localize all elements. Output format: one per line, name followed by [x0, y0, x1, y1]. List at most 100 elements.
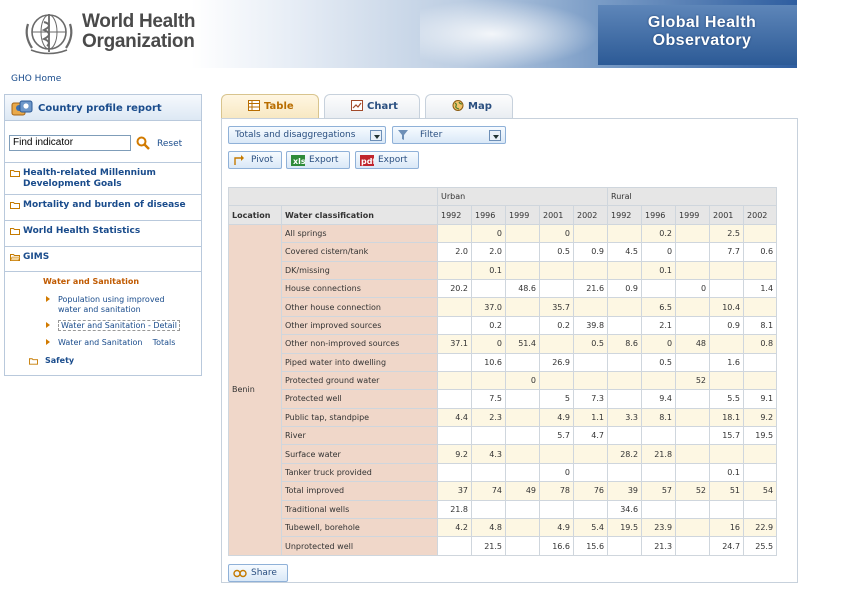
pdf-icon: pdf	[360, 155, 374, 166]
value-cell-rural: 19.5	[743, 426, 778, 446]
org-line-2: Organization	[82, 31, 195, 52]
value-cell-rural	[675, 242, 711, 262]
value-cell-rural: 8.1	[641, 407, 677, 428]
arrow-right-icon	[46, 322, 50, 328]
column-header-year: 2001	[539, 205, 574, 225]
value-cell-urban	[437, 462, 472, 483]
classification-cell: DK/missing	[281, 260, 438, 280]
export-pdf-button[interactable]: pdf Export	[355, 151, 419, 169]
disaggregation-dropdown[interactable]: Totals and disaggregations	[228, 126, 386, 144]
selected-item-label: Water and Sanitation - Detail	[58, 320, 180, 331]
value-cell-urban: 4.3	[471, 444, 506, 464]
value-cell-rural	[743, 297, 778, 317]
table-header-row: Location Water classification 1992 1996 1999…	[228, 205, 778, 225]
folder-icon	[29, 358, 38, 365]
column-header-year: 1996	[471, 205, 506, 225]
value-cell-urban	[572, 260, 609, 280]
table-row: House connections 20.2 48.6 21.6 0.9 0 1.4	[229, 278, 778, 299]
value-cell-rural: 16	[709, 518, 745, 538]
value-cell-urban	[437, 370, 472, 391]
pivot-button[interactable]: Pivot	[228, 151, 282, 169]
excel-icon: xls	[291, 155, 305, 166]
value-cell-urban: 2.3	[471, 407, 506, 428]
country-profile-header[interactable]: Country profile report	[5, 95, 201, 121]
filter-dropdown[interactable]: Filter	[392, 126, 506, 144]
sidebar-item-gims[interactable]: GIMS	[5, 246, 201, 272]
reset-link[interactable]: Reset	[157, 139, 182, 149]
value-cell-rural	[675, 444, 711, 464]
tab-chart[interactable]: Chart	[324, 94, 420, 118]
value-cell-rural	[607, 297, 643, 317]
value-cell-rural: 0	[641, 334, 677, 354]
export-excel-button[interactable]: xls Export	[286, 151, 350, 169]
sidebar-item-label: World Health Statistics	[23, 226, 141, 236]
value-cell-urban	[505, 499, 540, 520]
value-cell-rural	[607, 370, 643, 391]
sidebar-item-label: Mortality and burden of disease	[23, 200, 186, 210]
group-header-rural: Rural	[607, 186, 778, 207]
gho-line-2: Observatory	[652, 32, 752, 49]
search-icon[interactable]	[136, 136, 150, 150]
value-cell-rural: 0.5	[641, 352, 677, 372]
classification-cell: Other improved sources	[281, 315, 438, 336]
value-cell-urban	[437, 536, 472, 556]
value-cell-urban	[471, 426, 506, 446]
tab-table[interactable]: Table	[221, 94, 319, 120]
value-cell-urban: 39.8	[572, 315, 609, 336]
classification-cell: Total improved	[281, 481, 438, 501]
value-cell-rural: 19.5	[607, 518, 643, 538]
value-cell-rural: 18.1	[709, 407, 745, 428]
table-row: Other house connection 37.0 35.7 6.5 10.4	[229, 297, 778, 317]
gims-item-line-1: Population using improved	[58, 295, 165, 304]
button-label: Share	[251, 568, 277, 578]
column-header-year: 2001	[709, 205, 745, 225]
value-cell-rural	[743, 260, 778, 280]
pivot-icon	[234, 155, 244, 165]
value-cell-urban	[505, 297, 540, 317]
value-cell-rural	[743, 462, 778, 483]
find-indicator-input[interactable]: Find indicator	[9, 135, 131, 151]
table-row: Traditional wells 21.8 34.6	[229, 499, 778, 520]
value-cell-urban	[505, 536, 540, 556]
value-cell-urban: 15.6	[572, 536, 609, 556]
value-cell-rural: 6.5	[641, 297, 677, 317]
table-row: Tanker truck provided 0 0.1	[229, 462, 778, 483]
gho-home-link[interactable]: GHO Home	[11, 74, 61, 84]
value-cell-urban: 37.0	[471, 297, 506, 317]
value-cell-urban	[437, 297, 472, 317]
classification-cell: Public tap, standpipe	[281, 407, 438, 428]
value-cell-urban: 37	[437, 481, 472, 501]
sidebar-item-whs[interactable]: World Health Statistics	[5, 220, 201, 245]
table-group-header-row: Urban Rural	[228, 186, 778, 207]
value-cell-urban: 4.4	[437, 407, 472, 428]
value-cell-rural: 25.5	[743, 536, 778, 556]
value-cell-urban	[572, 370, 609, 391]
org-line-1: World Health	[82, 11, 196, 32]
value-cell-rural: 0.8	[743, 334, 778, 354]
column-header-year: 2002	[572, 205, 609, 225]
tab-map[interactable]: Map	[425, 94, 513, 118]
value-cell-urban: 4.2	[437, 518, 472, 538]
value-cell-rural	[743, 223, 778, 244]
value-cell-rural	[641, 499, 677, 520]
gims-subheading[interactable]: Water and Sanitation	[43, 277, 139, 286]
sidebar-item-mortality[interactable]: Mortality and burden of disease	[5, 194, 201, 219]
main-panel: Totals and disaggregations Filter Pivot …	[221, 118, 798, 583]
value-cell-rural: 2.5	[709, 223, 745, 244]
table-row: Total improved 37 74 49 78 76 39 57 52 51 54	[229, 481, 778, 501]
filter-icon	[398, 130, 408, 140]
value-cell-rural: 2.1	[641, 315, 677, 336]
classification-cell: House connections	[281, 278, 438, 299]
value-cell-urban	[505, 352, 540, 372]
mdg-line-1: Health-related Millennium	[23, 168, 156, 178]
value-cell-rural	[641, 278, 677, 299]
share-button[interactable]: Share	[228, 564, 288, 582]
sidebar-item-mdg[interactable]: Health-related Millennium Development Go…	[5, 162, 201, 193]
classification-cell: Other non-improved sources	[281, 334, 438, 354]
table-row: Surface water 9.2 4.3 28.2 21.8	[229, 444, 778, 464]
value-cell-rural	[607, 536, 643, 556]
column-header-classification: Water classification	[281, 205, 438, 225]
value-cell-urban: 0	[471, 334, 506, 354]
value-cell-rural: 48	[675, 334, 711, 354]
value-cell-urban: 2.0	[471, 242, 506, 262]
